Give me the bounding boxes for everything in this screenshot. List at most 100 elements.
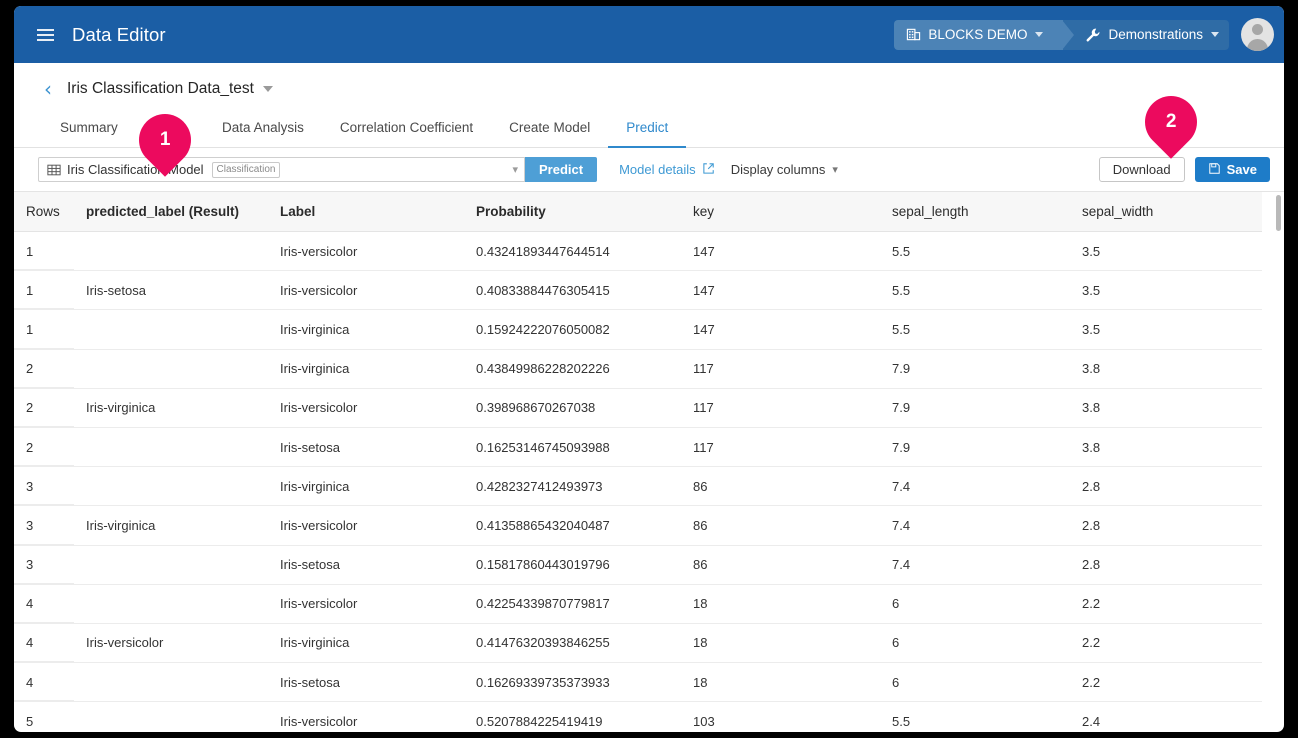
cell-predicted-label: Iris-virginica (74, 505, 274, 546)
cell-label: Iris-versicolor (274, 231, 474, 272)
download-button[interactable]: Download (1098, 157, 1185, 182)
cell-predicted-label (74, 231, 274, 272)
cell-sepal-width: 3.5 (1074, 270, 1262, 311)
cell-probability: 0.40833884476305415 (474, 270, 684, 311)
cell-sepal-width: 2.2 (1074, 662, 1262, 703)
cell-probability: 0.42254339870779817 (474, 584, 684, 624)
cell-sepal-length: 7.4 (884, 505, 1074, 546)
table-header-row: Rows predicted_label (Result) Label Prob… (14, 192, 1262, 232)
wrench-icon (1085, 27, 1101, 43)
cell-sepal-width: 2.8 (1074, 505, 1262, 546)
app-window: Data Editor BLOCKS DEMO Demonstrations ‹… (14, 6, 1284, 732)
cell-rows: 1 (14, 309, 74, 350)
project-chip-label: Demonstrations (1108, 27, 1203, 42)
cell-rows: 2 (14, 427, 74, 468)
chevron-down-icon: ▾ (512, 163, 518, 176)
table-row[interactable]: 2 Iris-virginica Iris-versicolor 0.39896867… (14, 388, 1262, 428)
tab-data-analysis[interactable]: Data Analysis (204, 120, 322, 148)
table-row[interactable]: 5 Iris-versicolor 0.5207884225419419 103 5.5… (14, 701, 1262, 732)
cell-rows: 5 (14, 701, 74, 732)
table-row[interactable]: 4 Iris-versicolor 0.42254339870779817 18 6 2.… (14, 584, 1262, 624)
column-header-predicted-label[interactable]: predicted_label (Result) (74, 192, 274, 232)
dataset-breadcrumb: ‹ Iris Classification Data_test (14, 63, 1284, 99)
table-header: Rows predicted_label (Result) Label Prob… (14, 192, 1262, 232)
table-row[interactable]: 3 Iris-setosa 0.15817860443019796 86 7.4 2.8 (14, 545, 1262, 585)
table-row[interactable]: 1 Iris-versicolor 0.43241893447644514 147 5.… (14, 231, 1262, 272)
cell-rows: 1 (14, 270, 74, 311)
model-select[interactable]: Iris Classification Model Classification… (38, 157, 525, 182)
predict-button[interactable]: Predict (525, 157, 598, 182)
cell-sepal-width: 2.2 (1074, 623, 1262, 664)
table-row[interactable]: 4 Iris-setosa 0.16269339735373933 18 6 2.2 (14, 662, 1262, 703)
table-row[interactable]: 2 Iris-virginica 0.43849986228202226 117 7.9… (14, 349, 1262, 389)
cell-probability: 0.15924222076050082 (474, 309, 684, 350)
column-header-key[interactable]: key (684, 192, 884, 232)
dataset-dropdown-icon[interactable] (262, 86, 273, 92)
table-row[interactable]: 1 Iris-setosa Iris-versicolor 0.40833884476… (14, 270, 1262, 311)
column-header-sepal-length[interactable]: sepal_length (884, 192, 1074, 232)
workspace-breadcrumb-chips: BLOCKS DEMO Demonstrations (894, 19, 1229, 50)
hamburger-menu-icon[interactable] (24, 6, 66, 63)
external-link-icon (702, 162, 715, 178)
cell-probability: 0.16253146745093988 (474, 427, 684, 468)
cell-rows: 4 (14, 662, 74, 703)
cell-key: 86 (684, 505, 884, 546)
tab-summary[interactable]: Summary (42, 120, 136, 148)
cell-predicted-label: Iris-setosa (74, 270, 274, 311)
cell-probability: 0.4282327412493973 (474, 466, 684, 507)
table-row[interactable]: 3 Iris-virginica Iris-versicolor 0.41358865… (14, 505, 1262, 546)
table-row[interactable]: 4 Iris-versicolor Iris-virginica 0.41476320… (14, 623, 1262, 664)
column-header-probability[interactable]: Probability (474, 192, 684, 232)
cell-sepal-length: 5.5 (884, 701, 1074, 732)
cell-label: Iris-setosa (274, 545, 474, 585)
cell-sepal-width: 3.5 (1074, 309, 1262, 350)
dataset-title: Iris Classification Data_test (67, 80, 254, 97)
column-header-label[interactable]: Label (274, 192, 474, 232)
column-header-sepal-width[interactable]: sepal_width (1074, 192, 1262, 232)
chevron-left-icon[interactable]: ‹ (44, 79, 52, 99)
cell-sepal-width: 3.8 (1074, 427, 1262, 468)
display-columns-dropdown[interactable]: Display columns ▾ (731, 162, 838, 177)
annotation-marker-2-label: 2 (1165, 111, 1177, 133)
cell-probability: 0.41476320393846255 (474, 623, 684, 664)
column-header-rows[interactable]: Rows (14, 192, 74, 232)
cell-label: Iris-virginica (274, 623, 474, 664)
cell-probability: 0.398968670267038 (474, 388, 684, 428)
model-details-link[interactable]: Model details (619, 162, 715, 178)
prediction-table-container: Rows predicted_label (Result) Label Prob… (14, 191, 1284, 732)
cell-label: Iris-virginica (274, 349, 474, 389)
cell-predicted-label (74, 466, 274, 507)
save-button[interactable]: Save (1194, 157, 1270, 182)
vertical-scrollbar-thumb[interactable] (1276, 195, 1281, 231)
tab-correlation-coefficient[interactable]: Correlation Coefficient (322, 120, 491, 148)
cell-key: 117 (684, 349, 884, 389)
cell-predicted-label: Iris-virginica (74, 388, 274, 428)
cell-probability: 0.5207884225419419 (474, 701, 684, 732)
save-label: Save (1226, 162, 1257, 177)
cell-sepal-width: 2.8 (1074, 545, 1262, 585)
table-row[interactable]: 1 Iris-virginica 0.15924222076050082 147 5.5… (14, 309, 1262, 350)
chevron-down-icon: ▾ (832, 163, 838, 176)
user-avatar[interactable] (1241, 18, 1274, 51)
cell-label: Iris-virginica (274, 466, 474, 507)
table-row[interactable]: 2 Iris-setosa 0.16253146745093988 117 7.9 3.8 (14, 427, 1262, 468)
cell-key: 18 (684, 662, 884, 703)
cell-label: Iris-versicolor (274, 270, 474, 311)
cell-sepal-length: 6 (884, 584, 1074, 624)
cell-predicted-label (74, 662, 274, 703)
chevron-down-icon (1035, 32, 1044, 37)
cell-key: 86 (684, 545, 884, 585)
table-body: 1 Iris-versicolor 0.43241893447644514 147 5.… (14, 231, 1262, 732)
cell-key: 18 (684, 584, 884, 624)
project-chip[interactable]: Demonstrations (1063, 19, 1229, 50)
tab-bar: Summary Table Data Analysis Correlation … (14, 113, 1284, 148)
workspace-chip[interactable]: BLOCKS DEMO (894, 19, 1075, 50)
tab-create-model[interactable]: Create Model (491, 120, 608, 148)
table-row[interactable]: 3 Iris-virginica 0.4282327412493973 86 7.4 2.… (14, 466, 1262, 507)
cell-predicted-label (74, 309, 274, 350)
cell-label: Iris-setosa (274, 427, 474, 468)
tab-predict[interactable]: Predict (608, 120, 687, 148)
cell-rows: 3 (14, 545, 74, 585)
workspace-chip-label: BLOCKS DEMO (928, 27, 1028, 42)
cell-predicted-label (74, 701, 274, 732)
